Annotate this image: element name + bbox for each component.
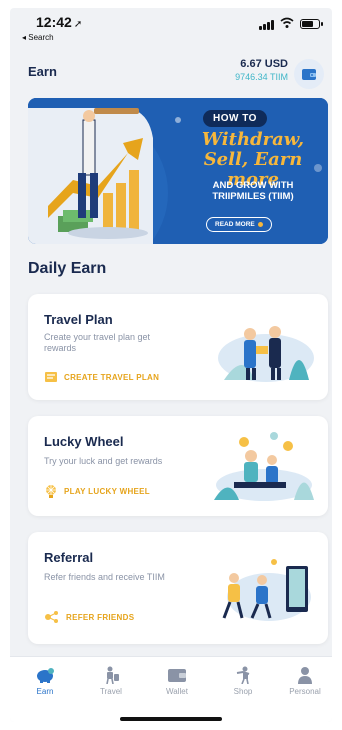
card-action-label: REFER FRIENDS bbox=[66, 612, 135, 622]
travelers-illustration bbox=[218, 326, 314, 382]
card-title: Lucky Wheel bbox=[44, 434, 124, 449]
page-title: Earn bbox=[28, 64, 57, 79]
card-action-label: PLAY LUCKY WHEEL bbox=[64, 486, 150, 496]
card-description: Create your travel plan get rewards bbox=[44, 332, 151, 353]
tab-earn[interactable]: Earn bbox=[15, 665, 75, 696]
location-arrow-icon: ➚ bbox=[73, 19, 83, 30]
promo-banner[interactable]: HOW TO Withdraw, Sell, Earn more AND GRO… bbox=[28, 98, 328, 244]
phone-screen: 12:42 ➚ ◂ Search Earn 6.67 USD 9746.34 TI… bbox=[10, 8, 332, 722]
tab-travel[interactable]: Travel bbox=[81, 665, 141, 696]
wallet-icon bbox=[168, 669, 186, 682]
balance-usd: 6.67 USD bbox=[240, 58, 288, 70]
wallet-button[interactable] bbox=[294, 59, 324, 89]
battery-icon bbox=[300, 19, 323, 29]
play-lucky-wheel-button[interactable]: PLAY LUCKY WHEEL bbox=[44, 484, 150, 498]
balance-summary: 6.67 USD 9746.34 TIIM bbox=[235, 58, 288, 82]
lucky-wheel-card[interactable]: Lucky Wheel Try your luck and get reward… bbox=[28, 416, 328, 516]
tab-personal[interactable]: Personal bbox=[275, 665, 332, 696]
daily-earn-title: Daily Earn bbox=[28, 260, 107, 277]
wallet-icon bbox=[302, 69, 316, 80]
card-description: Try your luck and get rewards bbox=[44, 456, 163, 466]
travel-plan-card[interactable]: Travel Plan Create your travel plan get … bbox=[28, 294, 328, 400]
time-text: 12:42 bbox=[36, 14, 72, 30]
banner-subline: AND GROW WITH TRIIPMILES (TIIM) bbox=[178, 180, 328, 202]
bottom-tab-bar: Earn Travel Wallet Shop Personal bbox=[10, 656, 332, 722]
card-title: Travel Plan bbox=[44, 312, 113, 327]
refer-friends-button[interactable]: REFER FRIENDS bbox=[44, 610, 134, 624]
referral-card[interactable]: Referral Refer friends and receive TIIM … bbox=[28, 532, 328, 644]
tab-label: Shop bbox=[233, 687, 253, 696]
person-icon bbox=[298, 667, 312, 684]
balance-tiim: 9746.34 TIIM bbox=[235, 72, 288, 82]
shop-icon bbox=[236, 666, 250, 684]
tab-label: Wallet bbox=[166, 687, 188, 696]
create-travel-plan-button[interactable]: CREATE TRAVEL PLAN bbox=[44, 370, 159, 384]
wifi-icon bbox=[280, 17, 294, 28]
banner-tag: HOW TO bbox=[203, 110, 267, 127]
banner-subline-line-2: TRIIPMILES (TIIM) bbox=[212, 191, 294, 202]
status-time: 12:42 ➚ bbox=[36, 14, 82, 30]
wheel-icon bbox=[46, 485, 56, 498]
read-more-label: READ MORE bbox=[215, 221, 255, 228]
piggy-bank-icon bbox=[37, 668, 54, 683]
tab-label: Travel bbox=[100, 687, 122, 696]
page-header: Earn 6.67 USD 9746.34 TIIM bbox=[10, 50, 332, 94]
banner-subline-line-1: AND GROW WITH bbox=[212, 180, 294, 191]
home-indicator bbox=[120, 717, 222, 721]
card-action-label: CREATE TRAVEL PLAN bbox=[64, 372, 160, 382]
tab-shop[interactable]: Shop bbox=[213, 665, 273, 696]
status-bar: 12:42 ➚ ◂ Search bbox=[10, 8, 332, 50]
card-description: Refer friends and receive TIIM bbox=[44, 572, 165, 582]
read-more-button[interactable]: READ MORE bbox=[206, 217, 272, 232]
tab-wallet[interactable]: Wallet bbox=[147, 665, 207, 696]
map-icon bbox=[45, 372, 57, 382]
lucky-wheel-illustration bbox=[214, 432, 314, 501]
traveler-icon bbox=[106, 666, 119, 684]
referral-illustration bbox=[222, 559, 311, 621]
read-more-dot-icon bbox=[257, 221, 263, 227]
signal-icon bbox=[259, 20, 274, 30]
card-title: Referral bbox=[44, 550, 94, 565]
tab-label: Personal bbox=[289, 687, 321, 696]
banner-headline-line-1: Withdraw, bbox=[201, 129, 305, 150]
back-to-search-link[interactable]: ◂ Search bbox=[22, 33, 54, 42]
share-icon bbox=[45, 611, 58, 623]
tab-label: Earn bbox=[36, 687, 54, 696]
